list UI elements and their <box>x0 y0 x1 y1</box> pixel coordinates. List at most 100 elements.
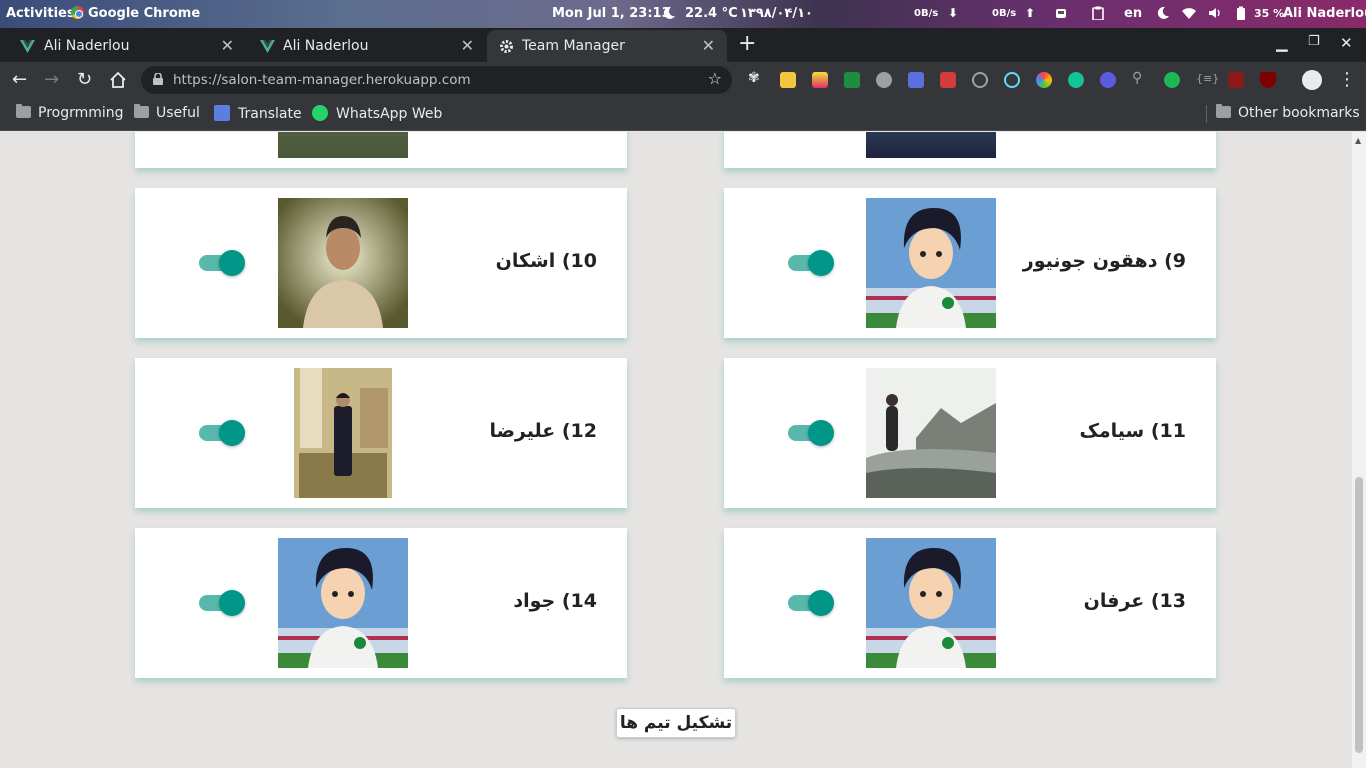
search-icon[interactable]: ⚲ <box>1132 70 1148 86</box>
grammarly-icon[interactable] <box>1068 72 1084 88</box>
coffee-icon[interactable] <box>1055 6 1069 20</box>
at-extension-icon[interactable] <box>1100 72 1116 88</box>
calendar-extension-icon[interactable] <box>940 72 956 88</box>
colorpick-extension-icon[interactable] <box>812 72 828 88</box>
suit-photo <box>294 368 392 498</box>
player-card: 11) سیامک <box>724 358 1216 508</box>
arrow-down-icon: ⬇ <box>948 6 959 20</box>
page-content: 9) دهقون جونیور 10) اشکان 11) سیامک 12) … <box>0 132 1352 768</box>
activities-button[interactable]: Activities <box>6 6 75 21</box>
player-photo <box>866 132 996 158</box>
bookmarks-bar: Progrmming Useful Translate WhatsApp Web… <box>0 98 1366 131</box>
forward-button[interactable]: → <box>44 69 59 90</box>
vue-icon <box>260 40 275 53</box>
close-icon[interactable]: ✕ <box>221 36 234 55</box>
net-up-speed: 0B/s <box>992 8 1017 19</box>
snow-photo <box>866 368 996 498</box>
anime-avatar-photo <box>866 198 996 328</box>
tab-label: Ali Naderlou <box>44 38 130 54</box>
player-name: 13) عرفان <box>1083 590 1186 612</box>
browser-toolbar: ← → ↻ https://salon-team-manager.herokua… <box>0 62 1366 98</box>
user-menu[interactable]: Ali Naderlou <box>1283 6 1366 21</box>
player-card-partial <box>135 132 627 168</box>
form-teams-button[interactable]: تشکیل تیم ها <box>616 708 736 738</box>
active-toggle[interactable] <box>788 250 834 276</box>
close-icon[interactable]: ✕ <box>702 36 715 55</box>
bookmark-whatsapp[interactable]: WhatsApp Web <box>312 105 442 122</box>
player-name: 9) دهقون جونیور <box>1022 250 1186 272</box>
tab-ali-naderlou-2[interactable]: Ali Naderlou ✕ <box>246 30 486 62</box>
new-tab-button[interactable]: + <box>738 31 756 56</box>
clock[interactable]: Mon Jul 1, 23:13 <box>552 6 671 21</box>
folder-icon <box>1216 104 1231 118</box>
active-toggle[interactable] <box>199 250 245 276</box>
player-name: 10) اشکان <box>495 250 597 272</box>
minimize-button[interactable]: ▁ <box>1276 34 1288 52</box>
ublock-icon[interactable] <box>1260 72 1276 88</box>
bookmark-useful[interactable]: Useful <box>134 104 200 121</box>
player-photo <box>278 132 408 158</box>
folder-icon <box>134 104 149 118</box>
bookmark-label: Other bookmarks <box>1238 105 1360 121</box>
player-card: 12) علیرضا <box>135 358 627 508</box>
gnome-extension-icon[interactable]: ✾ <box>748 70 764 86</box>
wifi-icon[interactable] <box>1182 6 1196 20</box>
lock-icon <box>153 73 163 85</box>
more-menu-icon[interactable]: ⋮ <box>1338 69 1356 90</box>
notes-extension-icon[interactable] <box>780 72 796 88</box>
player-card: 13) عرفان <box>724 528 1216 678</box>
translate-extension-icon[interactable] <box>908 72 924 88</box>
json-extension-icon[interactable]: {≡} <box>1196 72 1219 88</box>
temperature[interactable]: 22.4 °C <box>685 6 738 21</box>
app-menu[interactable]: Google Chrome <box>71 6 200 21</box>
close-icon[interactable]: ✕ <box>461 36 474 55</box>
avatar[interactable] <box>1302 70 1322 90</box>
active-toggle[interactable] <box>199 590 245 616</box>
tab-strip: Ali Naderlou ✕ Ali Naderlou ✕ Team Manag… <box>0 28 1366 62</box>
bookmark-progrmming[interactable]: Progrmming <box>16 104 124 121</box>
close-window-button[interactable]: ✕ <box>1340 34 1353 52</box>
restore-button[interactable]: ❐ <box>1308 34 1320 49</box>
adobe-extension-icon[interactable] <box>1228 72 1244 88</box>
home-icon[interactable] <box>109 71 127 89</box>
color-wheel-extension-icon[interactable] <box>1036 72 1052 88</box>
bookmark-translate[interactable]: Translate <box>214 105 302 122</box>
tab-label: Team Manager <box>522 38 625 54</box>
arrow-up-icon: ⬆ <box>1025 6 1036 20</box>
back-button[interactable]: ← <box>12 69 27 90</box>
active-toggle[interactable] <box>788 420 834 446</box>
spotify-extension-icon[interactable] <box>1164 72 1180 88</box>
bookmark-star-icon[interactable]: ☆ <box>708 69 722 88</box>
night-light-icon <box>663 6 675 19</box>
lightbulb-extension-icon[interactable] <box>972 72 988 88</box>
language-indicator[interactable]: en <box>1124 6 1142 21</box>
reload-button[interactable]: ↻ <box>77 69 92 90</box>
toggle-knob <box>808 590 834 616</box>
scrollbar-thumb[interactable] <box>1355 477 1363 753</box>
react-devtools-icon[interactable] <box>1004 72 1020 88</box>
page-scrollbar[interactable]: ▲ <box>1352 132 1366 768</box>
bookmark-label: Translate <box>238 106 302 122</box>
active-toggle[interactable] <box>199 420 245 446</box>
toggle-knob <box>219 250 245 276</box>
active-toggle[interactable] <box>788 590 834 616</box>
other-bookmarks[interactable]: Other bookmarks <box>1216 104 1360 121</box>
tab-ali-naderlou-1[interactable]: Ali Naderlou ✕ <box>0 30 246 62</box>
whatsapp-icon <box>312 105 328 121</box>
battery-icon[interactable] <box>1234 6 1248 20</box>
clipboard-icon[interactable] <box>1091 6 1105 20</box>
eyedropper-extension-icon[interactable] <box>844 72 860 88</box>
player-card: 10) اشکان <box>135 188 627 338</box>
bookmark-label: WhatsApp Web <box>336 106 443 122</box>
anime-avatar-photo <box>866 538 996 668</box>
scroll-up-arrow-icon[interactable]: ▲ <box>1355 136 1361 145</box>
bookmark-label: Useful <box>156 105 200 121</box>
speed-extension-icon[interactable] <box>876 72 892 88</box>
address-bar[interactable]: https://salon-team-manager.herokuapp.com… <box>141 66 732 94</box>
persian-date[interactable]: ۱۳۹۸/۰۴/۱۰ <box>740 6 813 21</box>
toggle-knob <box>219 590 245 616</box>
tab-team-manager[interactable]: Team Manager ✕ <box>487 30 727 62</box>
bookmark-label: Progrmming <box>38 105 124 121</box>
volume-icon[interactable] <box>1208 6 1222 20</box>
player-card-partial <box>724 132 1216 168</box>
